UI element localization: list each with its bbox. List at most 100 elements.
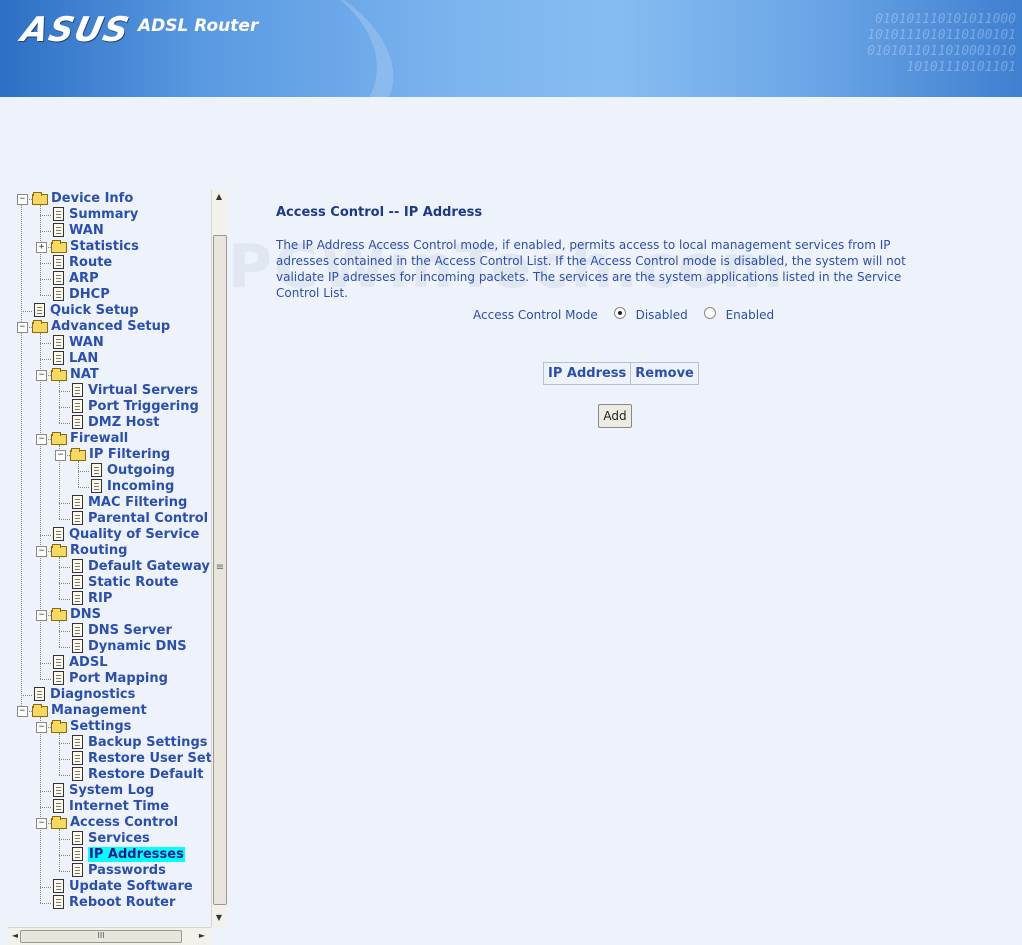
document-icon	[53, 271, 64, 285]
tree-item-label: NAT	[70, 367, 99, 382]
vertical-scrollbar[interactable]: ▲ ≡ ▼	[211, 190, 227, 927]
tree-item[interactable]: Device Info	[32, 191, 133, 207]
tree-item[interactable]: Advanced Setup	[32, 319, 170, 335]
tree-item[interactable]: Backup Settings	[70, 735, 207, 751]
document-icon	[72, 751, 83, 765]
folder-icon	[32, 703, 48, 719]
disabled-label: Disabled	[635, 308, 688, 322]
tree-item[interactable]: Virtual Servers	[70, 383, 198, 399]
tree-connector	[21, 695, 32, 696]
tree-item[interactable]: Port Triggering	[70, 399, 199, 415]
tree-item[interactable]: Management	[32, 703, 147, 719]
tree-item[interactable]: WAN	[51, 223, 104, 239]
tree-item[interactable]: Default Gateway	[70, 559, 210, 575]
tree-item[interactable]: Services	[70, 831, 150, 847]
tree-item[interactable]: Parental Control	[70, 511, 208, 527]
horizontal-scroll-thumb[interactable]: III	[20, 930, 182, 943]
tree-item[interactable]: Update Software	[51, 879, 193, 895]
tree-connector	[59, 839, 70, 840]
tree-item[interactable]: IP Addresses	[70, 847, 185, 863]
document-icon	[53, 879, 64, 893]
add-button[interactable]: Add	[598, 404, 632, 428]
collapse-icon[interactable]: −	[36, 434, 47, 445]
tree-item[interactable]: IP Filtering	[70, 447, 170, 463]
collapse-icon[interactable]: −	[36, 818, 47, 829]
tree-item[interactable]: Settings	[51, 719, 131, 735]
tree-item-label: Static Route	[88, 575, 179, 590]
document-icon	[53, 527, 64, 541]
navigation-frame: − Device Info Summary WAN + Statistics Route AR…	[8, 190, 227, 945]
grip-icon: ≡	[215, 562, 225, 573]
scroll-up-button[interactable]: ▲	[212, 190, 226, 204]
tree-item[interactable]: Firewall	[51, 431, 128, 447]
tree-item[interactable]: Routing	[51, 543, 127, 559]
folder-icon	[32, 191, 48, 207]
tree-item[interactable]: RIP	[70, 591, 112, 607]
tree-item[interactable]: Route	[51, 255, 112, 271]
tree-connector	[59, 743, 70, 744]
tree-item[interactable]: DNS Server	[70, 623, 172, 639]
tree-item-label: Default Gateway	[88, 559, 210, 574]
tree-item[interactable]: System Log	[51, 783, 154, 799]
tree-item[interactable]: Outgoing	[89, 463, 175, 479]
tree-connector	[59, 829, 60, 871]
tree-item[interactable]: Restore User Settin	[70, 751, 211, 767]
document-icon	[72, 591, 83, 605]
scroll-down-button[interactable]: ▼	[212, 911, 226, 925]
tree-item[interactable]: Quality of Service	[51, 527, 199, 543]
collapse-icon[interactable]: −	[17, 322, 28, 333]
tree-item-label: Summary	[69, 207, 139, 222]
tree-connector	[40, 231, 51, 232]
document-icon	[53, 783, 64, 797]
enabled-radio[interactable]	[703, 306, 716, 319]
scroll-right-button[interactable]: ►	[195, 929, 209, 943]
tree-connector	[59, 423, 70, 424]
tree-item[interactable]: MAC Filtering	[70, 495, 187, 511]
tree-item[interactable]: Incoming	[89, 479, 174, 495]
enabled-label: Enabled	[725, 308, 775, 322]
document-icon	[34, 303, 45, 317]
tree-item[interactable]: Reboot Router	[51, 895, 175, 911]
collapse-icon[interactable]: −	[36, 370, 47, 381]
tree-item-label: WAN	[69, 335, 104, 350]
tree-item[interactable]: WAN	[51, 335, 104, 351]
tree-item[interactable]: DNS	[51, 607, 101, 623]
tree-item[interactable]: Dynamic DNS	[70, 639, 187, 655]
tree-item[interactable]: LAN	[51, 351, 98, 367]
tree-item[interactable]: DHCP	[51, 287, 110, 303]
tree-item[interactable]: Passwords	[70, 863, 166, 879]
collapse-icon[interactable]: −	[17, 706, 28, 717]
tree-item-label: Advanced Setup	[51, 319, 171, 334]
tree-item[interactable]: Port Mapping	[51, 671, 168, 687]
tree-item[interactable]: Static Route	[70, 575, 178, 591]
tree-item[interactable]: Access Control	[51, 815, 178, 831]
tree-item[interactable]: ADSL	[51, 655, 108, 671]
collapse-icon[interactable]: −	[36, 610, 47, 621]
tree-item[interactable]: Quick Setup	[32, 303, 139, 319]
collapse-icon[interactable]: −	[55, 450, 66, 461]
folder-icon	[32, 319, 48, 335]
tree-connector	[21, 311, 32, 312]
tree-connector	[59, 503, 70, 504]
tree-item[interactable]: ARP	[51, 271, 99, 287]
document-icon	[72, 767, 83, 781]
expand-icon[interactable]: +	[36, 242, 47, 253]
collapse-icon[interactable]: −	[36, 722, 47, 733]
tree-connector	[40, 535, 51, 536]
tree-item[interactable]: Diagnostics	[32, 687, 135, 703]
tree-item[interactable]: Internet Time	[51, 799, 169, 815]
binary-line: 1010111010110100101	[867, 28, 1016, 43]
tree-item[interactable]: DMZ Host	[70, 415, 159, 431]
tree-item[interactable]: Summary	[51, 207, 138, 223]
vertical-scroll-thumb[interactable]: ≡	[213, 235, 227, 905]
tree-item-label: DNS	[70, 607, 102, 622]
tree-item[interactable]: NAT	[51, 367, 99, 383]
tree-item-label: Reboot Router	[69, 895, 176, 910]
horizontal-scrollbar[interactable]: ◄ III ►	[8, 927, 211, 945]
tree-item[interactable]: Restore Default	[70, 767, 203, 783]
collapse-icon[interactable]: −	[17, 194, 28, 205]
collapse-icon[interactable]: −	[36, 546, 47, 557]
disabled-radio[interactable]	[613, 306, 626, 319]
tree-item[interactable]: Statistics	[51, 239, 139, 255]
tree-item-label: Settings	[70, 719, 132, 734]
